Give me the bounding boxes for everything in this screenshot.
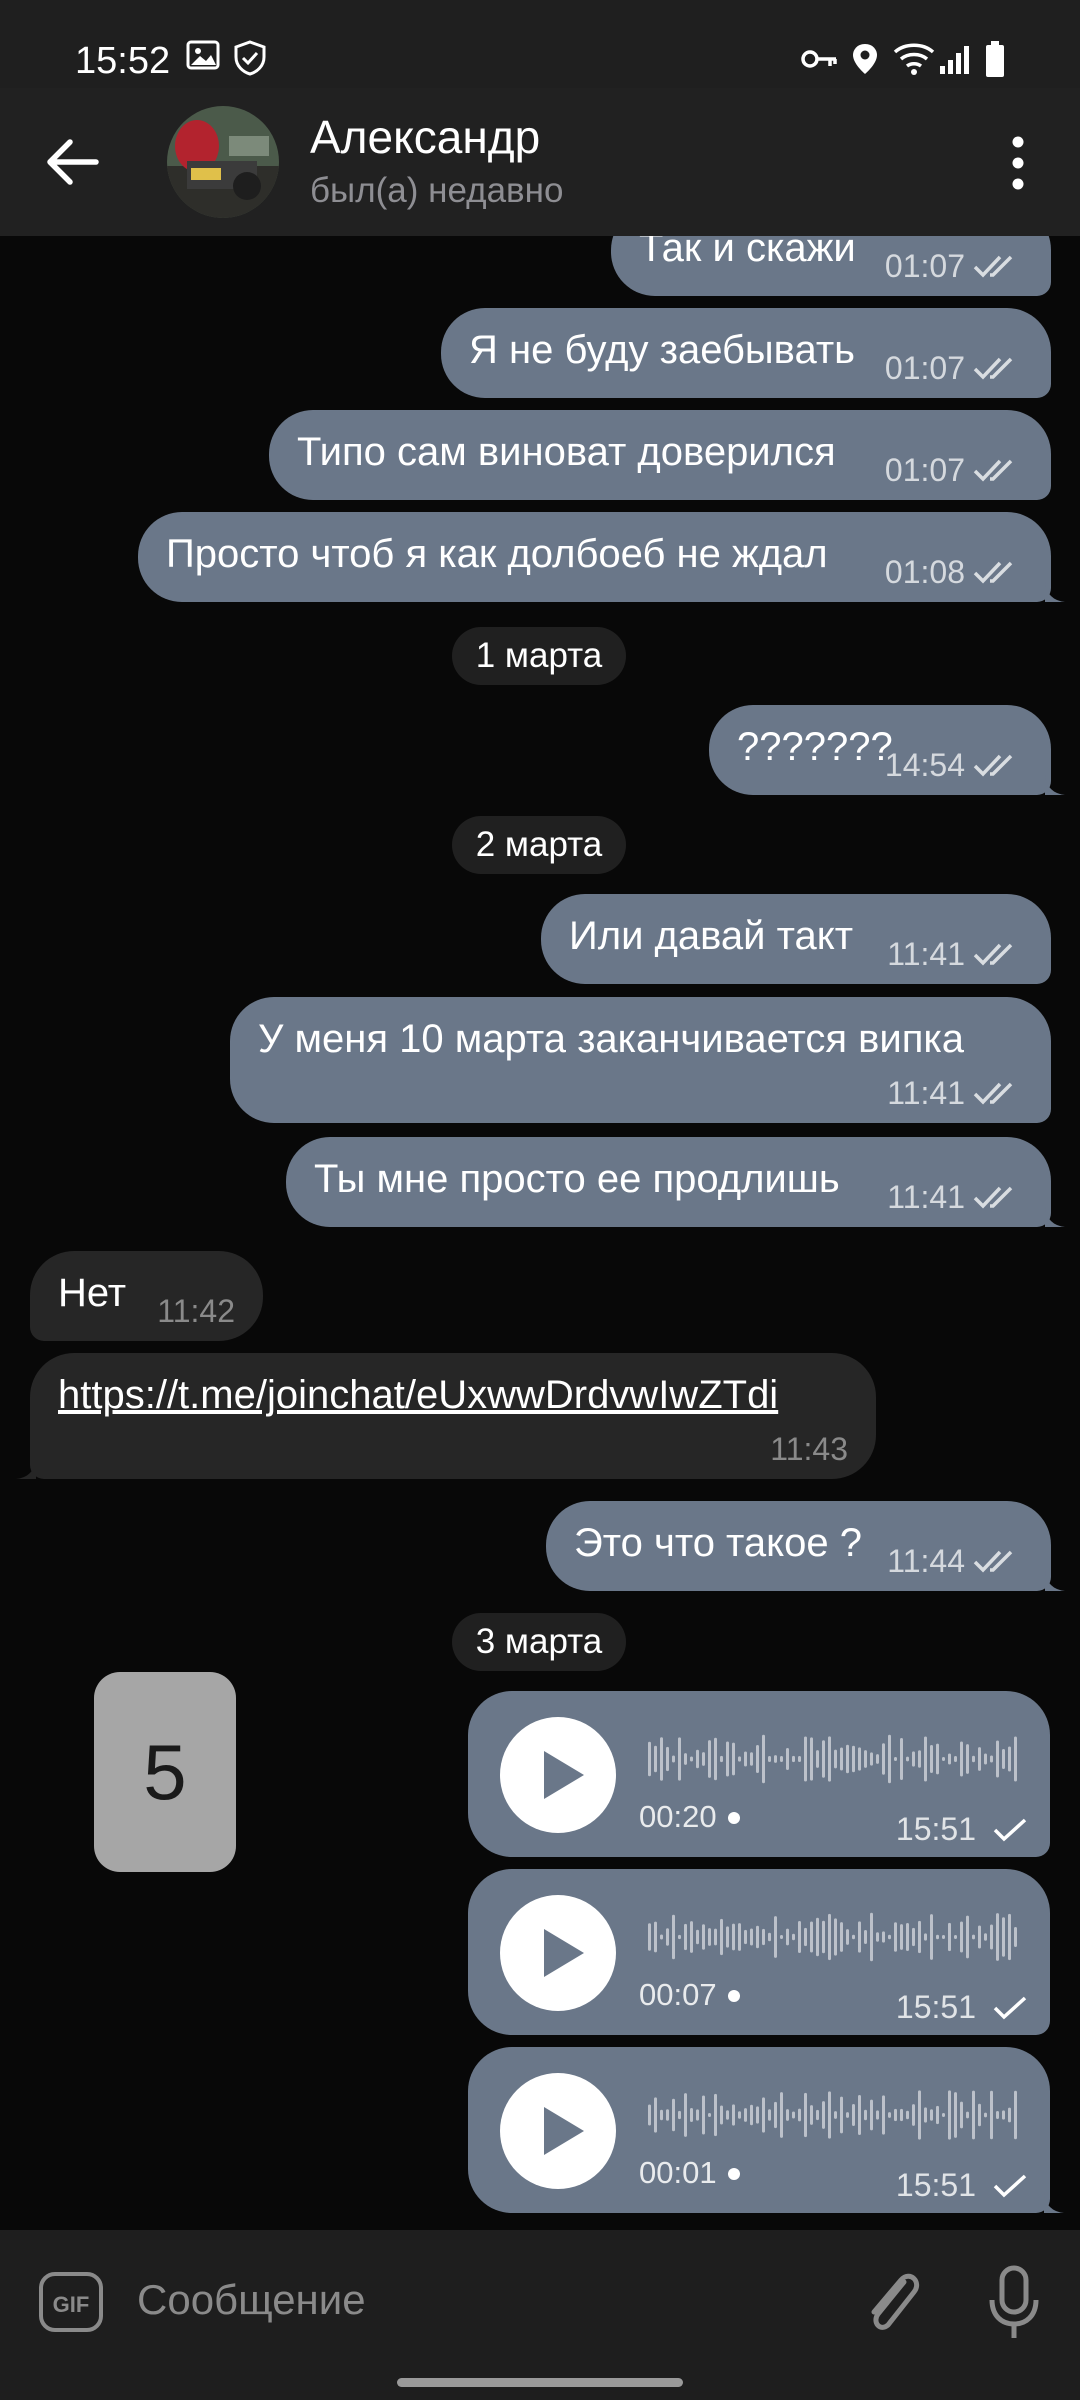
message-outgoing[interactable]: Типо сам виноват доверился 01:07 (269, 410, 1051, 500)
message-text: Я не буду заебывать (469, 328, 855, 372)
double-check-icon (973, 1082, 1013, 1105)
voice-message[interactable]: 00:20 15:51 (468, 1691, 1050, 1857)
message-input[interactable]: Сообщение (137, 2272, 366, 2328)
play-icon (544, 2107, 584, 2155)
message-time: 11:41 (887, 1179, 965, 1215)
bubble-tail (1044, 2193, 1064, 2213)
message-incoming[interactable]: https://t.me/joinchat/eUxwwDrdvwIwZTdi 1… (16, 1353, 876, 1479)
status-bar: 15:52 (0, 0, 1080, 88)
bubble-tail (16, 1459, 36, 1479)
message-outgoing[interactable]: Я не буду заебывать 01:07 (441, 308, 1051, 398)
avatar[interactable] (167, 106, 279, 218)
gallery-icon (186, 40, 220, 70)
play-button[interactable] (500, 2073, 616, 2189)
message-text: ??????? (737, 725, 893, 769)
wifi-icon (893, 43, 935, 75)
voice-duration: 00:01 (639, 2155, 717, 2190)
gif-icon[interactable]: GIF (37, 2268, 105, 2336)
message-time: 11:44 (887, 1543, 965, 1579)
double-check-icon (973, 754, 1013, 777)
chat-header: Александр был(а) недавно (0, 88, 1080, 236)
back-arrow-icon[interactable] (38, 128, 106, 196)
single-check-icon (993, 1818, 1027, 1842)
date-separator: 3 марта (452, 1613, 626, 1671)
shield-check-icon (234, 40, 266, 76)
play-icon (544, 1751, 584, 1799)
message-outgoing[interactable]: Или давай такт 11:41 (541, 894, 1051, 984)
message-text: Типо сам виноват доверился (297, 430, 836, 474)
play-button[interactable] (500, 1717, 616, 1833)
voice-duration: 00:07 (639, 1977, 717, 2012)
message-outgoing[interactable]: Ты мне просто ее продлишь 11:41 (286, 1137, 1065, 1227)
voice-message[interactable]: 00:01 15:51 (468, 2047, 1064, 2213)
double-check-icon (973, 1186, 1013, 1209)
bubble-tail (1045, 775, 1065, 795)
message-time: 15:51 (895, 1811, 976, 1847)
message-link[interactable]: https://t.me/joinchat/eUxwwDrdvwIwZTdi (58, 1371, 778, 1419)
input-bar: GIF Сообщение (0, 2230, 1080, 2400)
unplayed-dot (728, 2168, 740, 2180)
message-time: 11:43 (770, 1431, 848, 1467)
sticker[interactable]: 5 (94, 1672, 236, 1872)
message-time: 11:42 (157, 1293, 235, 1329)
location-icon (853, 44, 877, 74)
gif-label: GIF (53, 2292, 90, 2317)
contact-status: был(а) недавно (310, 171, 564, 210)
double-check-icon (973, 255, 1013, 278)
message-time: 15:51 (895, 1989, 976, 2025)
more-vert-icon[interactable] (1000, 130, 1036, 196)
message-outgoing[interactable]: Это что такое ? 11:44 (546, 1501, 1065, 1591)
message-text: Или давай такт (569, 914, 854, 958)
message-text: Ты мне просто ее продлишь (314, 1157, 840, 1201)
message-time: 11:41 (887, 936, 965, 972)
message-time: 14:54 (884, 747, 965, 783)
message-text: Нет (58, 1271, 127, 1315)
contact-name[interactable]: Александр (310, 110, 540, 164)
message-time: 15:51 (895, 2167, 976, 2203)
battery-icon (986, 41, 1004, 77)
message-time: 01:08 (884, 554, 965, 590)
message-list[interactable]: Так и скажи 01:07 Я не буду заебывать 01… (0, 236, 1080, 2230)
double-check-icon (973, 943, 1013, 966)
message-outgoing[interactable]: Так и скажи 01:07 (611, 236, 1051, 296)
microphone-icon[interactable] (982, 2262, 1046, 2342)
message-time: 01:07 (884, 452, 965, 488)
bubble-tail (1045, 1571, 1065, 1591)
status-time: 15:52 (75, 40, 171, 82)
message-outgoing[interactable]: Просто чтоб я как долбоеб не ждал 01:08 (138, 512, 1065, 602)
date-separator: 1 марта (452, 627, 626, 685)
play-button[interactable] (500, 1895, 616, 2011)
unplayed-dot (728, 1990, 740, 2002)
message-time: 01:07 (884, 350, 965, 386)
voice-message[interactable]: 00:07 15:51 (468, 1869, 1050, 2035)
single-check-icon (993, 1996, 1027, 2020)
double-check-icon (973, 459, 1013, 482)
single-check-icon (993, 2174, 1027, 2198)
bubble-tail (1045, 582, 1065, 602)
double-check-icon (973, 1550, 1013, 1573)
signal-icon (940, 46, 969, 74)
message-text: Так и скажи (639, 236, 856, 270)
paperclip-icon[interactable] (860, 2262, 924, 2342)
gesture-nav-handle[interactable] (397, 2378, 683, 2387)
waveform (648, 2090, 1017, 2140)
waveform (648, 1912, 1017, 1962)
unplayed-dot (728, 1812, 740, 1824)
bubble-tail (1045, 1207, 1065, 1227)
message-incoming[interactable]: Нет 11:42 (30, 1251, 263, 1341)
message-outgoing[interactable]: ??????? 14:54 (709, 705, 1065, 795)
message-time: 01:07 (884, 248, 965, 284)
date-separator: 2 марта (452, 816, 626, 874)
message-text: Это что такое ? (574, 1521, 862, 1565)
waveform (648, 1734, 1017, 1784)
double-check-icon (973, 357, 1013, 380)
message-time: 11:41 (887, 1075, 965, 1111)
message-text: Просто чтоб я как долбоеб не ждал (166, 532, 828, 576)
vpn-key-icon (801, 50, 837, 68)
double-check-icon (973, 561, 1013, 584)
message-outgoing[interactable]: У меня 10 марта заканчивается випка 11:4… (230, 997, 1051, 1123)
play-icon (544, 1929, 584, 1977)
voice-duration: 00:20 (639, 1799, 717, 1834)
message-text: У меня 10 марта заканчивается випка (258, 1017, 965, 1061)
